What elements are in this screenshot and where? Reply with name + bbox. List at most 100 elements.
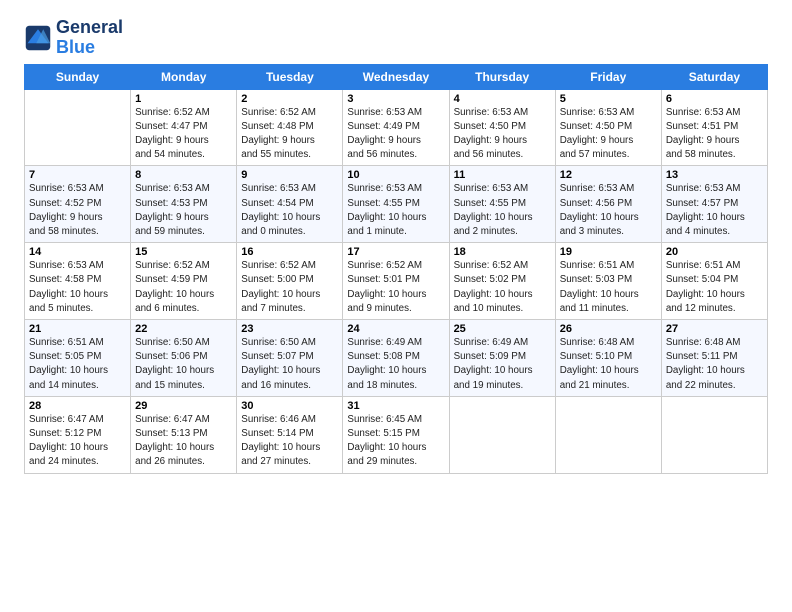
day-number: 22 — [135, 323, 232, 335]
day-cell — [661, 396, 767, 473]
day-number: 21 — [29, 323, 126, 335]
day-info: Sunrise: 6:49 AMSunset: 5:09 PMDaylight:… — [454, 336, 551, 393]
day-cell: 25Sunrise: 6:49 AMSunset: 5:09 PMDayligh… — [449, 320, 555, 397]
day-info: Sunrise: 6:53 AMSunset: 4:58 PMDaylight:… — [29, 259, 126, 316]
day-cell: 22Sunrise: 6:50 AMSunset: 5:06 PMDayligh… — [131, 320, 237, 397]
day-info: Sunrise: 6:52 AMSunset: 5:01 PMDaylight:… — [347, 259, 444, 316]
day-cell: 2Sunrise: 6:52 AMSunset: 4:48 PMDaylight… — [237, 89, 343, 166]
logo-text: General Blue — [56, 18, 123, 58]
calendar-table: SundayMondayTuesdayWednesdayThursdayFrid… — [24, 64, 768, 474]
day-cell: 28Sunrise: 6:47 AMSunset: 5:12 PMDayligh… — [25, 396, 131, 473]
day-info: Sunrise: 6:53 AMSunset: 4:55 PMDaylight:… — [347, 182, 444, 239]
day-info: Sunrise: 6:51 AMSunset: 5:05 PMDaylight:… — [29, 336, 126, 393]
day-number: 31 — [347, 400, 444, 412]
day-cell: 18Sunrise: 6:52 AMSunset: 5:02 PMDayligh… — [449, 243, 555, 320]
week-row-1: 1Sunrise: 6:52 AMSunset: 4:47 PMDaylight… — [25, 89, 768, 166]
col-header-thursday: Thursday — [449, 64, 555, 89]
day-number: 30 — [241, 400, 338, 412]
day-info: Sunrise: 6:45 AMSunset: 5:15 PMDaylight:… — [347, 413, 444, 470]
day-info: Sunrise: 6:53 AMSunset: 4:55 PMDaylight:… — [454, 182, 551, 239]
day-cell: 19Sunrise: 6:51 AMSunset: 5:03 PMDayligh… — [555, 243, 661, 320]
day-cell: 24Sunrise: 6:49 AMSunset: 5:08 PMDayligh… — [343, 320, 449, 397]
day-info: Sunrise: 6:48 AMSunset: 5:10 PMDaylight:… — [560, 336, 657, 393]
day-number: 14 — [29, 246, 126, 258]
day-cell: 9Sunrise: 6:53 AMSunset: 4:54 PMDaylight… — [237, 166, 343, 243]
page: General Blue SundayMondayTuesdayWednesda… — [0, 0, 792, 486]
day-info: Sunrise: 6:53 AMSunset: 4:57 PMDaylight:… — [666, 182, 763, 239]
day-info: Sunrise: 6:50 AMSunset: 5:07 PMDaylight:… — [241, 336, 338, 393]
day-number: 19 — [560, 246, 657, 258]
day-cell: 26Sunrise: 6:48 AMSunset: 5:10 PMDayligh… — [555, 320, 661, 397]
day-number: 15 — [135, 246, 232, 258]
day-cell — [555, 396, 661, 473]
day-cell: 31Sunrise: 6:45 AMSunset: 5:15 PMDayligh… — [343, 396, 449, 473]
week-row-5: 28Sunrise: 6:47 AMSunset: 5:12 PMDayligh… — [25, 396, 768, 473]
col-header-friday: Friday — [555, 64, 661, 89]
day-cell: 12Sunrise: 6:53 AMSunset: 4:56 PMDayligh… — [555, 166, 661, 243]
col-header-tuesday: Tuesday — [237, 64, 343, 89]
day-cell: 23Sunrise: 6:50 AMSunset: 5:07 PMDayligh… — [237, 320, 343, 397]
header: General Blue — [24, 18, 768, 58]
day-number: 29 — [135, 400, 232, 412]
day-cell: 5Sunrise: 6:53 AMSunset: 4:50 PMDaylight… — [555, 89, 661, 166]
day-info: Sunrise: 6:52 AMSunset: 4:59 PMDaylight:… — [135, 259, 232, 316]
day-cell: 1Sunrise: 6:52 AMSunset: 4:47 PMDaylight… — [131, 89, 237, 166]
day-number: 12 — [560, 169, 657, 181]
day-cell: 8Sunrise: 6:53 AMSunset: 4:53 PMDaylight… — [131, 166, 237, 243]
day-number: 1 — [135, 93, 232, 105]
week-row-4: 21Sunrise: 6:51 AMSunset: 5:05 PMDayligh… — [25, 320, 768, 397]
day-info: Sunrise: 6:53 AMSunset: 4:54 PMDaylight:… — [241, 182, 338, 239]
day-number: 9 — [241, 169, 338, 181]
day-info: Sunrise: 6:49 AMSunset: 5:08 PMDaylight:… — [347, 336, 444, 393]
day-cell: 4Sunrise: 6:53 AMSunset: 4:50 PMDaylight… — [449, 89, 555, 166]
day-info: Sunrise: 6:53 AMSunset: 4:50 PMDaylight:… — [454, 106, 551, 163]
day-number: 8 — [135, 169, 232, 181]
day-number: 23 — [241, 323, 338, 335]
col-header-wednesday: Wednesday — [343, 64, 449, 89]
day-number: 20 — [666, 246, 763, 258]
day-number: 10 — [347, 169, 444, 181]
day-number: 24 — [347, 323, 444, 335]
day-cell: 11Sunrise: 6:53 AMSunset: 4:55 PMDayligh… — [449, 166, 555, 243]
day-cell: 21Sunrise: 6:51 AMSunset: 5:05 PMDayligh… — [25, 320, 131, 397]
day-info: Sunrise: 6:53 AMSunset: 4:56 PMDaylight:… — [560, 182, 657, 239]
day-number: 4 — [454, 93, 551, 105]
day-info: Sunrise: 6:53 AMSunset: 4:52 PMDaylight:… — [29, 182, 126, 239]
day-cell — [449, 396, 555, 473]
day-info: Sunrise: 6:52 AMSunset: 5:02 PMDaylight:… — [454, 259, 551, 316]
day-info: Sunrise: 6:51 AMSunset: 5:04 PMDaylight:… — [666, 259, 763, 316]
day-number: 17 — [347, 246, 444, 258]
day-info: Sunrise: 6:53 AMSunset: 4:50 PMDaylight:… — [560, 106, 657, 163]
day-number: 26 — [560, 323, 657, 335]
day-info: Sunrise: 6:47 AMSunset: 5:13 PMDaylight:… — [135, 413, 232, 470]
day-number: 6 — [666, 93, 763, 105]
logo-icon — [24, 24, 52, 52]
day-number: 25 — [454, 323, 551, 335]
day-number: 11 — [454, 169, 551, 181]
day-number: 2 — [241, 93, 338, 105]
day-info: Sunrise: 6:48 AMSunset: 5:11 PMDaylight:… — [666, 336, 763, 393]
day-cell: 29Sunrise: 6:47 AMSunset: 5:13 PMDayligh… — [131, 396, 237, 473]
day-number: 27 — [666, 323, 763, 335]
day-info: Sunrise: 6:47 AMSunset: 5:12 PMDaylight:… — [29, 413, 126, 470]
calendar-header-row: SundayMondayTuesdayWednesdayThursdayFrid… — [25, 64, 768, 89]
day-cell: 15Sunrise: 6:52 AMSunset: 4:59 PMDayligh… — [131, 243, 237, 320]
day-info: Sunrise: 6:46 AMSunset: 5:14 PMDaylight:… — [241, 413, 338, 470]
day-cell: 30Sunrise: 6:46 AMSunset: 5:14 PMDayligh… — [237, 396, 343, 473]
logo: General Blue — [24, 18, 123, 58]
day-cell: 13Sunrise: 6:53 AMSunset: 4:57 PMDayligh… — [661, 166, 767, 243]
day-cell — [25, 89, 131, 166]
week-row-3: 14Sunrise: 6:53 AMSunset: 4:58 PMDayligh… — [25, 243, 768, 320]
day-number: 3 — [347, 93, 444, 105]
day-number: 5 — [560, 93, 657, 105]
day-info: Sunrise: 6:53 AMSunset: 4:51 PMDaylight:… — [666, 106, 763, 163]
day-cell: 3Sunrise: 6:53 AMSunset: 4:49 PMDaylight… — [343, 89, 449, 166]
day-cell: 17Sunrise: 6:52 AMSunset: 5:01 PMDayligh… — [343, 243, 449, 320]
day-info: Sunrise: 6:52 AMSunset: 4:47 PMDaylight:… — [135, 106, 232, 163]
col-header-monday: Monday — [131, 64, 237, 89]
day-info: Sunrise: 6:53 AMSunset: 4:49 PMDaylight:… — [347, 106, 444, 163]
day-cell: 10Sunrise: 6:53 AMSunset: 4:55 PMDayligh… — [343, 166, 449, 243]
day-number: 16 — [241, 246, 338, 258]
day-number: 18 — [454, 246, 551, 258]
day-info: Sunrise: 6:50 AMSunset: 5:06 PMDaylight:… — [135, 336, 232, 393]
